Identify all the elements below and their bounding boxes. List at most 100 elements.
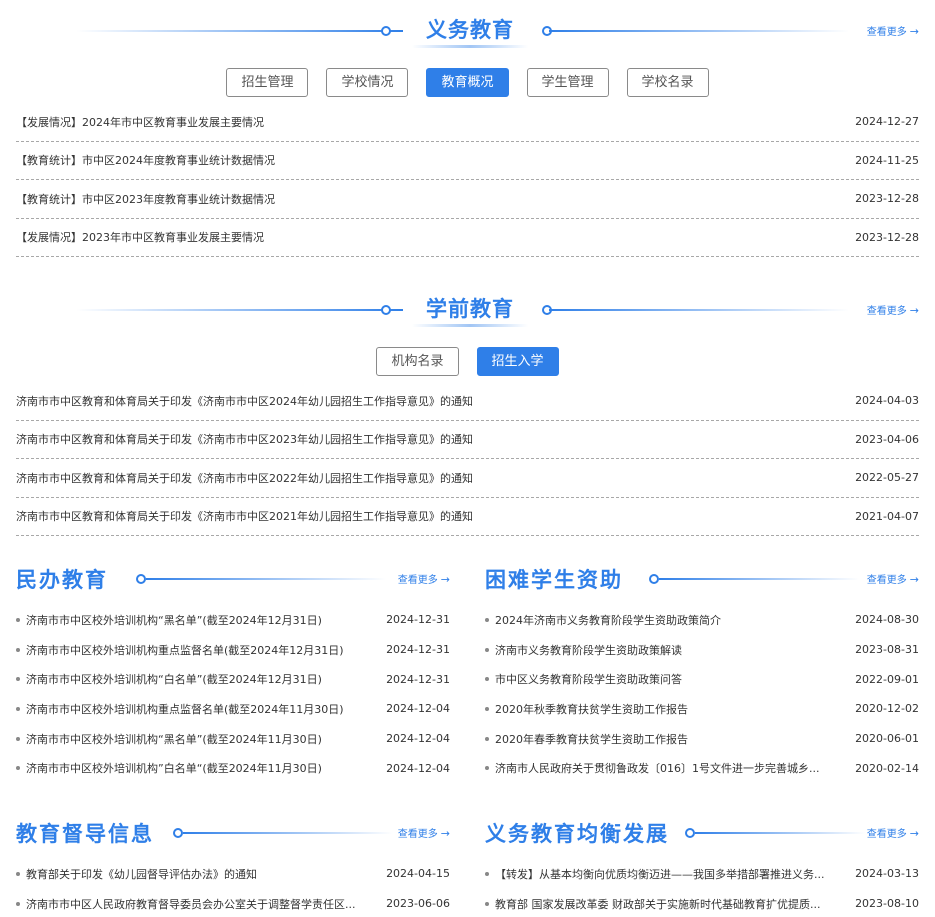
item-title-link[interactable]: 【教育统计】市中区2024年度教育事业统计数据情况	[16, 152, 275, 168]
list-item[interactable]: 2020年秋季教育扶贫学生资助工作报告 2020-12-02	[485, 694, 919, 724]
list-item[interactable]: 【教育统计】市中区2023年度教育事业统计数据情况 2023-12-28	[16, 180, 919, 219]
section-header: 民办教育 查看更多 →	[16, 556, 450, 596]
list-item[interactable]: 济南市市中区校外培训机构重点监督名单(截至2024年11月30日) 2024-12…	[16, 694, 450, 724]
list-item[interactable]: 【发展情况】2023年市中区教育事业发展主要情况 2023-12-28	[16, 219, 919, 257]
list-item[interactable]: 济南市市中区人民政府教育督导委员会办公室关于调整督学责任区... 2023-06-…	[16, 889, 450, 917]
item-date: 2024-11-25	[855, 153, 919, 167]
item-title-link[interactable]: 【转发】从基本均衡向优质均衡迈进——我国多举措部署推进义务...	[495, 866, 825, 882]
list-item[interactable]: 【发展情况】2024年市中区教育事业发展主要情况 2024-12-27	[16, 103, 919, 142]
item-date: 2020-06-01	[855, 732, 919, 746]
bullet-icon	[16, 871, 20, 876]
list-item[interactable]: 济南市市中区校外培训机构“白名单”(截至2024年12月31日) 2024-12-…	[16, 664, 450, 694]
preschool-tabs: 机构名录 招生入学	[16, 347, 919, 376]
list-item[interactable]: 【转发】从基本均衡向优质均衡迈进——我国多举措部署推进义务... 2024-03-…	[485, 859, 919, 889]
item-title-link[interactable]: 济南市市中区教育和体育局关于印发《济南市市中区2021年幼儿园招生工作指导意见》…	[16, 508, 473, 524]
item-date: 2024-12-04	[386, 732, 450, 746]
list-item[interactable]: 【教育统计】市中区2024年度教育事业统计数据情况 2024-11-25	[16, 142, 919, 180]
list-item[interactable]: 济南市市中区校外培训机构“黑名单”(截至2024年12月31日) 2024-12-…	[16, 605, 450, 635]
view-more-link[interactable]: 查看更多 →	[867, 23, 919, 38]
tab-enrollment[interactable]: 招生入学	[476, 347, 559, 376]
bullet-icon	[16, 706, 20, 711]
view-more-label: 查看更多	[866, 829, 907, 840]
item-date: 2024-12-04	[386, 702, 450, 716]
list-item[interactable]: 济南市市中区教育和体育局关于印发《济南市市中区2021年幼儿园招生工作指导意见》…	[16, 498, 919, 536]
bullet-icon	[16, 901, 20, 906]
section-header: 学前教育 查看更多 →	[16, 279, 919, 329]
item-title-link[interactable]: 济南市人民政府关于贯彻鲁政发〔016〕1号文件进一步完善城乡...	[495, 760, 819, 776]
list-item[interactable]: 济南市市中区校外培训机构”白名单“(截至2024年11月30日) 2024-12-…	[16, 753, 450, 783]
item-title-link[interactable]: 【发展情况】2023年市中区教育事业发展主要情况	[16, 229, 264, 245]
list-item[interactable]: 2024年济南市义务教育阶段学生资助政策简介 2024-08-30	[485, 605, 919, 635]
item-title-link[interactable]: 教育部 国家发展改革委 财政部关于实施新时代基础教育扩优提质...	[495, 896, 820, 912]
tab-student-management[interactable]: 学生管理	[526, 68, 609, 97]
list-item[interactable]: 2020年春季教育扶贫学生资助工作报告 2020-06-01	[485, 724, 919, 754]
bullet-icon	[485, 706, 489, 711]
view-more-label: 查看更多	[866, 27, 907, 38]
list-item[interactable]: 教育部 国家发展改革委 财政部关于实施新时代基础教育扩优提质... 2023-08…	[485, 889, 919, 917]
list-item[interactable]: 济南市市中区教育和体育局关于印发《济南市市中区2023年幼儿园招生工作指导意见》…	[16, 421, 919, 459]
section-title: 学前教育	[426, 297, 514, 321]
bullet-icon	[16, 647, 20, 652]
list-item[interactable]: 济南市市中区校外培训机构重点监督名单(截至2024年12月31日) 2024-12…	[16, 635, 450, 665]
decor-dot	[136, 574, 146, 584]
view-more-link[interactable]: 查看更多 →	[867, 571, 919, 586]
tab-education-overview[interactable]: 教育概况	[426, 68, 509, 97]
item-date: 2023-06-06	[386, 897, 450, 911]
arrow-right-icon: →	[909, 573, 919, 586]
tab-school-directory[interactable]: 学校名录	[626, 68, 709, 97]
item-date: 2024-12-04	[386, 761, 450, 775]
item-date: 2022-05-27	[855, 471, 919, 485]
item-title-link[interactable]: 济南市市中区人民政府教育督导委员会办公室关于调整督学责任区...	[26, 896, 356, 912]
decor-dot	[649, 574, 659, 584]
news-list: 济南市市中区校外培训机构“黑名单”(截至2024年12月31日) 2024-12-…	[16, 605, 450, 783]
section-header: 义务教育 查看更多 →	[16, 0, 919, 50]
view-more-link[interactable]: 查看更多 →	[398, 571, 450, 586]
item-title-link[interactable]: 2020年春季教育扶贫学生资助工作报告	[495, 731, 688, 747]
item-title-link[interactable]: 市中区义务教育阶段学生资助政策问答	[495, 671, 682, 687]
list-item[interactable]: 济南市市中区校外培训机构“黑名单”(截至2024年11月30日) 2024-12-…	[16, 724, 450, 754]
list-item[interactable]: 教育部关于印发《幼儿园督导评估办法》的通知 2024-04-15	[16, 859, 450, 889]
item-date: 2022-09-01	[855, 672, 919, 686]
item-title-link[interactable]: 济南市市中区校外培训机构“白名单”(截至2024年12月31日)	[26, 671, 322, 687]
tab-enrollment-management[interactable]: 招生管理	[226, 68, 309, 97]
view-more-link[interactable]: 查看更多 →	[867, 825, 919, 840]
tab-institution-directory[interactable]: 机构名录	[376, 347, 459, 376]
list-item[interactable]: 济南市市中区教育和体育局关于印发《济南市市中区2022年幼儿园招生工作指导意见》…	[16, 459, 919, 498]
item-title-link[interactable]: 济南市义务教育阶段学生资助政策解读	[495, 642, 682, 658]
item-title-link[interactable]: 济南市市中区教育和体育局关于印发《济南市市中区2024年幼儿园招生工作指导意见》…	[16, 393, 473, 409]
item-title-link[interactable]: 济南市市中区校外培训机构重点监督名单(截至2024年12月31日)	[26, 642, 344, 658]
view-more-link[interactable]: 查看更多 →	[398, 825, 450, 840]
item-title-link[interactable]: 【教育统计】市中区2023年度教育事业统计数据情况	[16, 191, 275, 207]
supervision-section: 教育督导信息 查看更多 → 教育部关于印发《幼儿园督导评估办法》的通知 2024-0…	[16, 810, 450, 917]
view-more-link[interactable]: 查看更多 →	[867, 302, 919, 317]
list-item[interactable]: 市中区义务教育阶段学生资助政策问答 2022-09-01	[485, 664, 919, 694]
item-title-link[interactable]: 教育部关于印发《幼儿园督导评估办法》的通知	[26, 866, 257, 882]
item-title-link[interactable]: 【发展情况】2024年市中区教育事业发展主要情况	[16, 114, 264, 130]
decor-dot	[381, 305, 391, 315]
section-title: 教育督导信息	[16, 822, 154, 846]
item-title-link[interactable]: 济南市市中区校外培训机构“黑名单”(截至2024年11月30日)	[26, 731, 322, 747]
item-title-link[interactable]: 济南市市中区校外培训机构“黑名单”(截至2024年12月31日)	[26, 612, 322, 628]
title-underline	[412, 45, 528, 48]
bullet-icon	[485, 647, 489, 652]
balanced-development-section: 义务教育均衡发展 查看更多 → 【转发】从基本均衡向优质均衡迈进——我国多举措部署…	[485, 810, 919, 917]
item-title-link[interactable]: 济南市市中区校外培训机构”白名单“(截至2024年11月30日)	[26, 760, 322, 776]
list-item[interactable]: 济南市市中区教育和体育局关于印发《济南市市中区2024年幼儿园招生工作指导意见》…	[16, 382, 919, 421]
bullet-icon	[485, 736, 489, 741]
item-title-link[interactable]: 2024年济南市义务教育阶段学生资助政策简介	[495, 612, 721, 628]
decor-line	[183, 832, 393, 834]
view-more-label: 查看更多	[397, 829, 438, 840]
item-title-link[interactable]: 济南市市中区校外培训机构重点监督名单(截至2024年11月30日)	[26, 701, 344, 717]
section-header: 教育督导信息 查看更多 →	[16, 810, 450, 850]
item-title-link[interactable]: 2020年秋季教育扶贫学生资助工作报告	[495, 701, 688, 717]
list-item[interactable]: 济南市人民政府关于贯彻鲁政发〔016〕1号文件进一步完善城乡... 2020-02…	[485, 753, 919, 783]
item-date: 2023-12-28	[855, 230, 919, 244]
item-date: 2024-08-30	[855, 613, 919, 627]
preschool-education-section: 学前教育 查看更多 → 机构名录 招生入学 济南市市中区教育和体育局关于印发《济南…	[16, 279, 919, 536]
item-date: 2023-08-31	[855, 643, 919, 657]
list-item[interactable]: 济南市义务教育阶段学生资助政策解读 2023-08-31	[485, 635, 919, 665]
item-title-link[interactable]: 济南市市中区教育和体育局关于印发《济南市市中区2022年幼儿园招生工作指导意见》…	[16, 470, 473, 486]
arrow-right-icon: →	[440, 573, 450, 586]
item-title-link[interactable]: 济南市市中区教育和体育局关于印发《济南市市中区2023年幼儿园招生工作指导意见》…	[16, 431, 473, 447]
tab-school-status[interactable]: 学校情况	[326, 68, 409, 97]
